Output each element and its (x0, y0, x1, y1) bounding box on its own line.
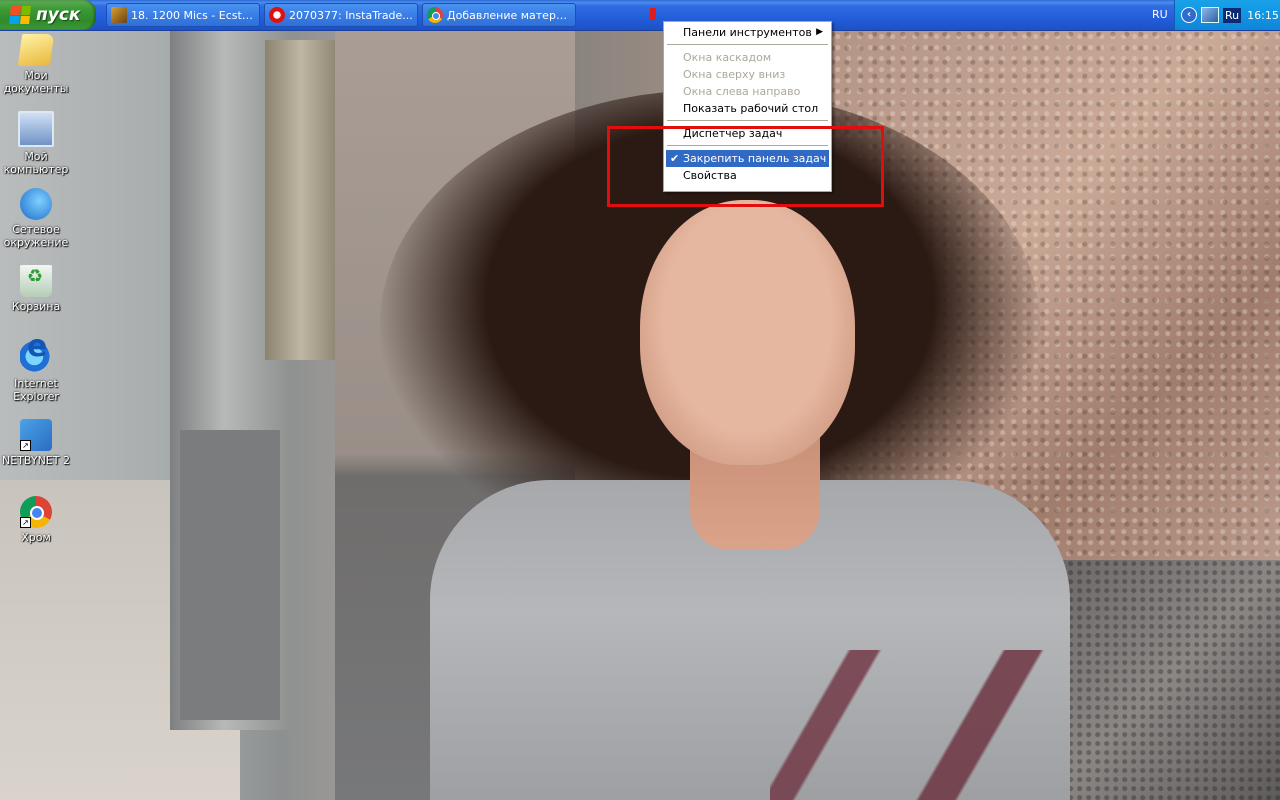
desktop-icon-my-documents[interactable]: Мои документы (0, 34, 72, 95)
network-places-icon (20, 188, 52, 220)
desktop-icon-chrome[interactable]: ↗ Хром (0, 496, 72, 544)
my-documents-icon (17, 34, 55, 66)
clock[interactable]: 16:15 (1247, 9, 1279, 22)
desktop-icon-label: Корзина (11, 300, 61, 313)
taskbar-buttons: 18. 1200 Mics - Ecsta... 2070377: InstaT… (106, 3, 576, 27)
internet-explorer-icon (20, 340, 52, 374)
cursor-marker (650, 8, 656, 20)
menu-separator (667, 44, 828, 45)
desktop-icon-label: Сетевое окружение (3, 223, 69, 249)
winamp-icon (111, 7, 127, 23)
language-indicator[interactable]: RU (1152, 8, 1168, 21)
tray-expand-icon[interactable]: ‹ (1181, 7, 1197, 23)
start-button[interactable]: пуск (0, 0, 96, 30)
network-status-icon[interactable] (1201, 7, 1219, 23)
chrome-icon (427, 7, 443, 23)
tray-language-icon[interactable]: Ru (1223, 7, 1242, 23)
recycle-bin-icon (20, 265, 52, 297)
windows-logo-icon (9, 6, 31, 24)
taskbar[interactable]: пуск 18. 1200 Mics - Ecsta... 2070377: I… (0, 0, 1280, 31)
desktop-icon-my-computer[interactable]: Мой компьютер (0, 111, 72, 176)
desktop-icon-internet-explorer[interactable]: Internet Explorer (0, 340, 72, 403)
desktop-icon-label: Мои документы (3, 69, 69, 95)
menu-item-toolbars[interactable]: Панели инструментов ▶ (666, 24, 829, 41)
instatrade-icon (269, 7, 285, 23)
desktop-icon-label: Мой компьютер (3, 150, 69, 176)
taskbar-button-label: 2070377: InstaTrade... (289, 8, 413, 22)
wallpaper-face (640, 200, 855, 465)
menu-item-label: Панели инструментов (683, 26, 812, 39)
taskbar-button-instatrade[interactable]: 2070377: InstaTrade... (264, 3, 418, 27)
wallpaper-plaque (265, 40, 337, 360)
menu-item-show-desktop[interactable]: Показать рабочий стол (666, 100, 829, 117)
menu-item-tile-vertical[interactable]: Окна слева направо (666, 83, 829, 100)
desktop-wallpaper (0, 0, 1280, 800)
netbynet-icon: ↗ (20, 419, 52, 451)
my-computer-icon (18, 111, 54, 147)
taskbar-button-label: Добавление матери... (447, 8, 571, 22)
menu-separator (667, 120, 828, 121)
wallpaper-shirt-print (770, 650, 1070, 800)
wallpaper-granite-base (1050, 560, 1280, 800)
submenu-arrow-icon: ▶ (816, 27, 823, 37)
desktop-icon-label: NETBYNET 2 (2, 454, 70, 467)
taskbar-button-label: 18. 1200 Mics - Ecsta... (131, 8, 255, 22)
desktop-icon-label: Хром (21, 531, 51, 544)
taskbar-button-winamp[interactable]: 18. 1200 Mics - Ecsta... (106, 3, 260, 27)
desktop-icon-label: Internet Explorer (13, 377, 59, 403)
desktop-icon-netbynet[interactable]: ↗ NETBYNET 2 (0, 419, 72, 467)
menu-item-tile-horizontal[interactable]: Окна сверху вниз (666, 66, 829, 83)
chrome-icon: ↗ (20, 496, 52, 528)
desktop-icon-recycle-bin[interactable]: Корзина (0, 265, 72, 313)
start-button-label: пуск (36, 5, 81, 25)
taskbar-button-chrome[interactable]: Добавление матери... (422, 3, 576, 27)
system-tray: ‹ Ru 16:15 (1174, 0, 1280, 30)
menu-item-cascade[interactable]: Окна каскадом (666, 49, 829, 66)
shortcut-arrow-icon: ↗ (20, 440, 31, 451)
wallpaper-column-base (180, 430, 280, 720)
annotation-highlight-box (607, 126, 884, 207)
shortcut-arrow-icon: ↗ (20, 517, 31, 528)
desktop-icon-network-places[interactable]: Сетевое окружение (0, 188, 72, 249)
